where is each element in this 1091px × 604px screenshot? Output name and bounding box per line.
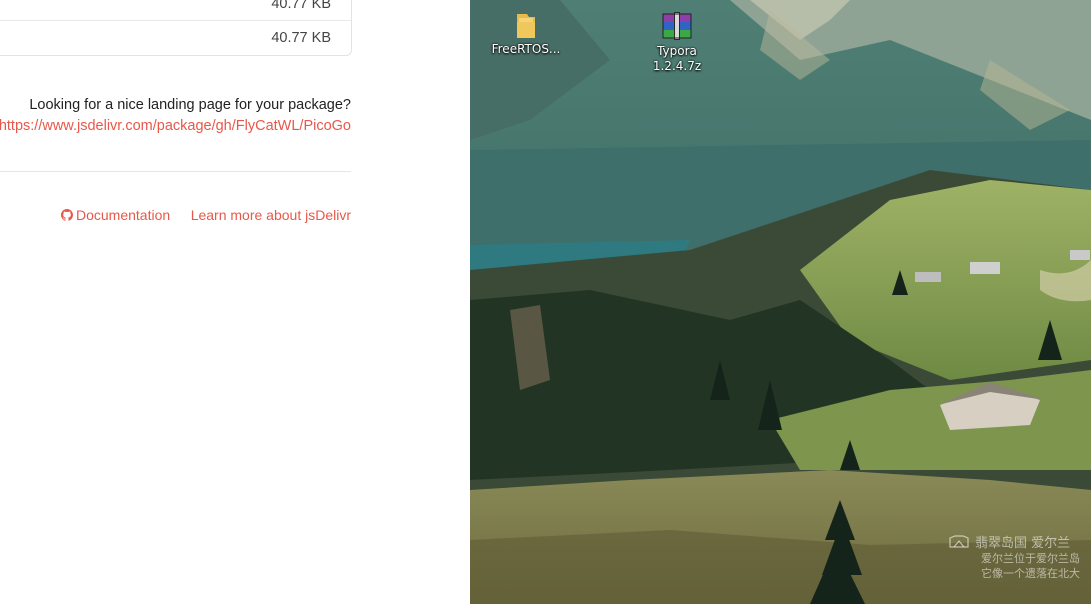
github-icon: [61, 209, 73, 221]
browser-page: 40.77 KB 40.77 KB Looking for a nice lan…: [0, 0, 470, 604]
divider: [0, 171, 351, 172]
file-size: 40.77 KB: [271, 30, 331, 46]
screen: 40.77 KB 40.77 KB Looking for a nice lan…: [0, 0, 1091, 604]
table-row[interactable]: 40.77 KB: [0, 21, 351, 55]
file-size: 40.77 KB: [271, 0, 331, 12]
table-row[interactable]: 40.77 KB: [0, 0, 351, 21]
desktop-icon-sublabel: 1.2.4.7z: [652, 59, 702, 73]
desktop: FreeRTOS... Typora 1.2.4.7z 翡翠岛国 爱尔兰 爱尔兰…: [470, 0, 1091, 604]
folder-icon: [517, 14, 535, 38]
wallpaper-caption: 翡翠岛国 爱尔兰 爱尔兰位于爱尔兰岛 它像一个遗落在北大: [941, 532, 1091, 581]
learn-more-link[interactable]: Learn more about jsDelivr: [191, 207, 351, 223]
wallpaper-mountain-landscape: [470, 0, 1091, 604]
documentation-label: Documentation: [76, 207, 171, 223]
wallpaper-caption-line: 爱尔兰位于爱尔兰岛: [981, 552, 1080, 565]
documentation-link[interactable]: Documentation: [61, 207, 170, 223]
winrar-archive-icon: [662, 12, 692, 40]
landing-page-link[interactable]: https://www.jsdelivr.com/package/gh/FlyC…: [0, 118, 351, 134]
landing-page-question: Looking for a nice landing page for your…: [29, 97, 351, 113]
wallpaper-caption-line: 它像一个遗落在北大: [981, 567, 1080, 580]
wallpaper-info-icon: [949, 534, 969, 548]
desktop-icon-label: Typora: [657, 44, 697, 58]
desktop-icon-typora-archive[interactable]: Typora 1.2.4.7z: [637, 10, 717, 74]
file-table: 40.77 KB 40.77 KB: [0, 0, 352, 56]
desktop-icon-freertos[interactable]: FreeRTOS...: [486, 10, 566, 57]
desktop-icon-label: FreeRTOS...: [491, 42, 561, 56]
wallpaper-caption-title: 翡翠岛国 爱尔兰: [975, 536, 1071, 551]
